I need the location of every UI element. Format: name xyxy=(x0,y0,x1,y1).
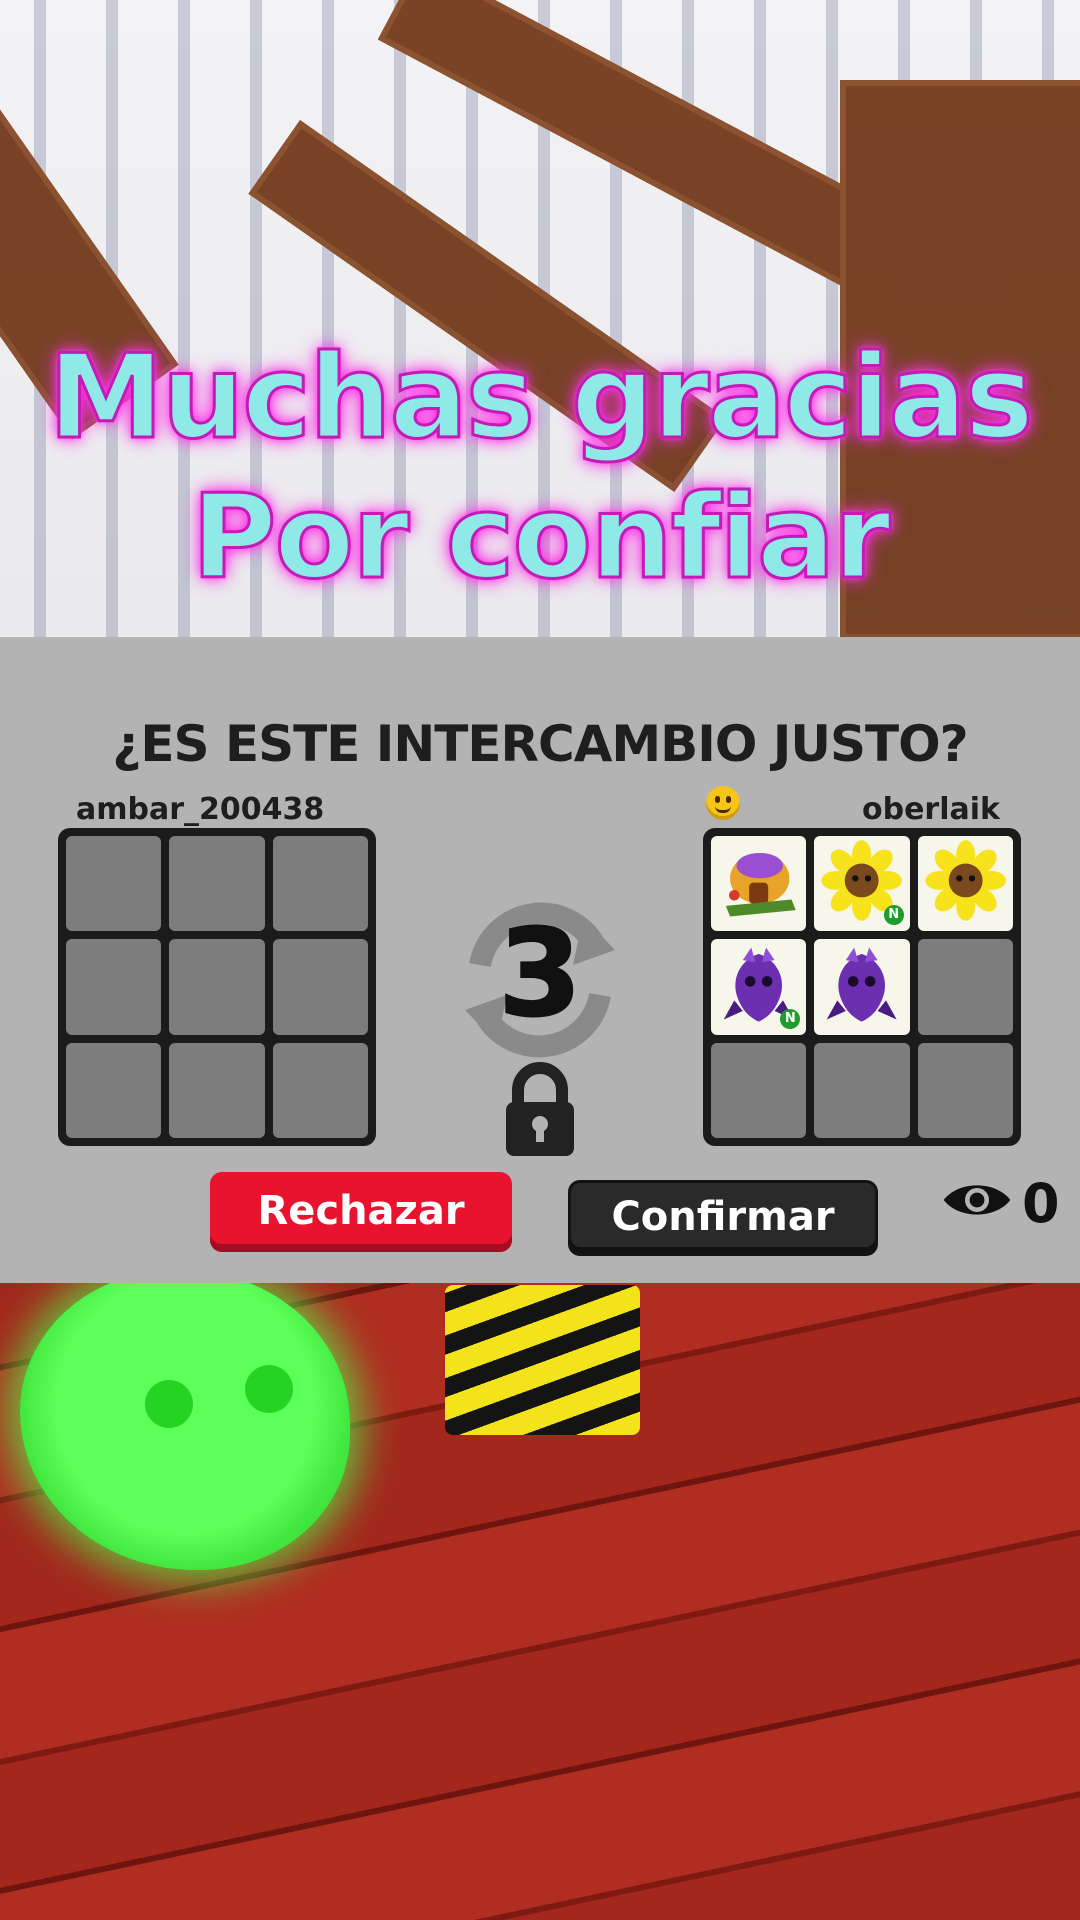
partner-offer-slot[interactable] xyxy=(917,1042,1013,1138)
my-offer-slot[interactable] xyxy=(169,939,265,1035)
neon-badge-icon: N xyxy=(780,1008,801,1029)
caption-line-2: Por confiar xyxy=(190,469,892,607)
partner-offer-grid: N N xyxy=(703,828,1021,1146)
purple-pet-item[interactable]: N xyxy=(711,939,807,1035)
sunflower-pet-icon xyxy=(925,840,1006,921)
left-username: ambar_200438 xyxy=(76,792,325,827)
eye-icon xyxy=(943,1185,1011,1215)
partner-offer-slot[interactable] xyxy=(814,1042,910,1138)
caption-line-1: Muchas gracias xyxy=(47,329,1035,467)
reject-button[interactable]: Rechazar xyxy=(210,1172,512,1252)
purple-pet-icon xyxy=(827,947,897,1022)
right-username: oberlaik xyxy=(862,792,1000,827)
countdown-number: 3 xyxy=(497,904,583,1045)
pet-house-item[interactable] xyxy=(711,836,807,932)
my-offer-slot[interactable] xyxy=(169,836,265,932)
sunflower-pet-item[interactable]: N xyxy=(814,836,910,932)
my-offer-slot[interactable] xyxy=(272,1042,368,1138)
confirm-button[interactable]: Confirmar xyxy=(568,1180,878,1256)
bee-avatar-body xyxy=(445,1285,640,1435)
pet-eye-left xyxy=(145,1380,193,1428)
lock-icon xyxy=(506,1062,574,1156)
pet-eye-right xyxy=(245,1365,293,1413)
my-offer-slot[interactable] xyxy=(272,836,368,932)
my-offer-slot[interactable] xyxy=(66,939,162,1035)
smiley-emoji-icon xyxy=(706,786,740,820)
sunflower-pet-item[interactable] xyxy=(917,836,1013,932)
my-offer-slot[interactable] xyxy=(66,836,162,932)
neon-badge-icon: N xyxy=(883,905,904,926)
my-offer-slot[interactable] xyxy=(272,939,368,1035)
trade-title: ¿ES ESTE INTERCAMBIO JUSTO? xyxy=(112,715,968,773)
my-offer-slot[interactable] xyxy=(66,1042,162,1138)
pet-house-icon xyxy=(725,852,796,917)
my-offer-slot[interactable] xyxy=(169,1042,265,1138)
my-offer-grid xyxy=(58,828,376,1146)
partner-offer-slot[interactable] xyxy=(917,939,1013,1035)
viewer-count: 0 xyxy=(1022,1172,1060,1235)
purple-pet-item[interactable] xyxy=(814,939,910,1035)
partner-offer-slot[interactable] xyxy=(711,1042,807,1138)
